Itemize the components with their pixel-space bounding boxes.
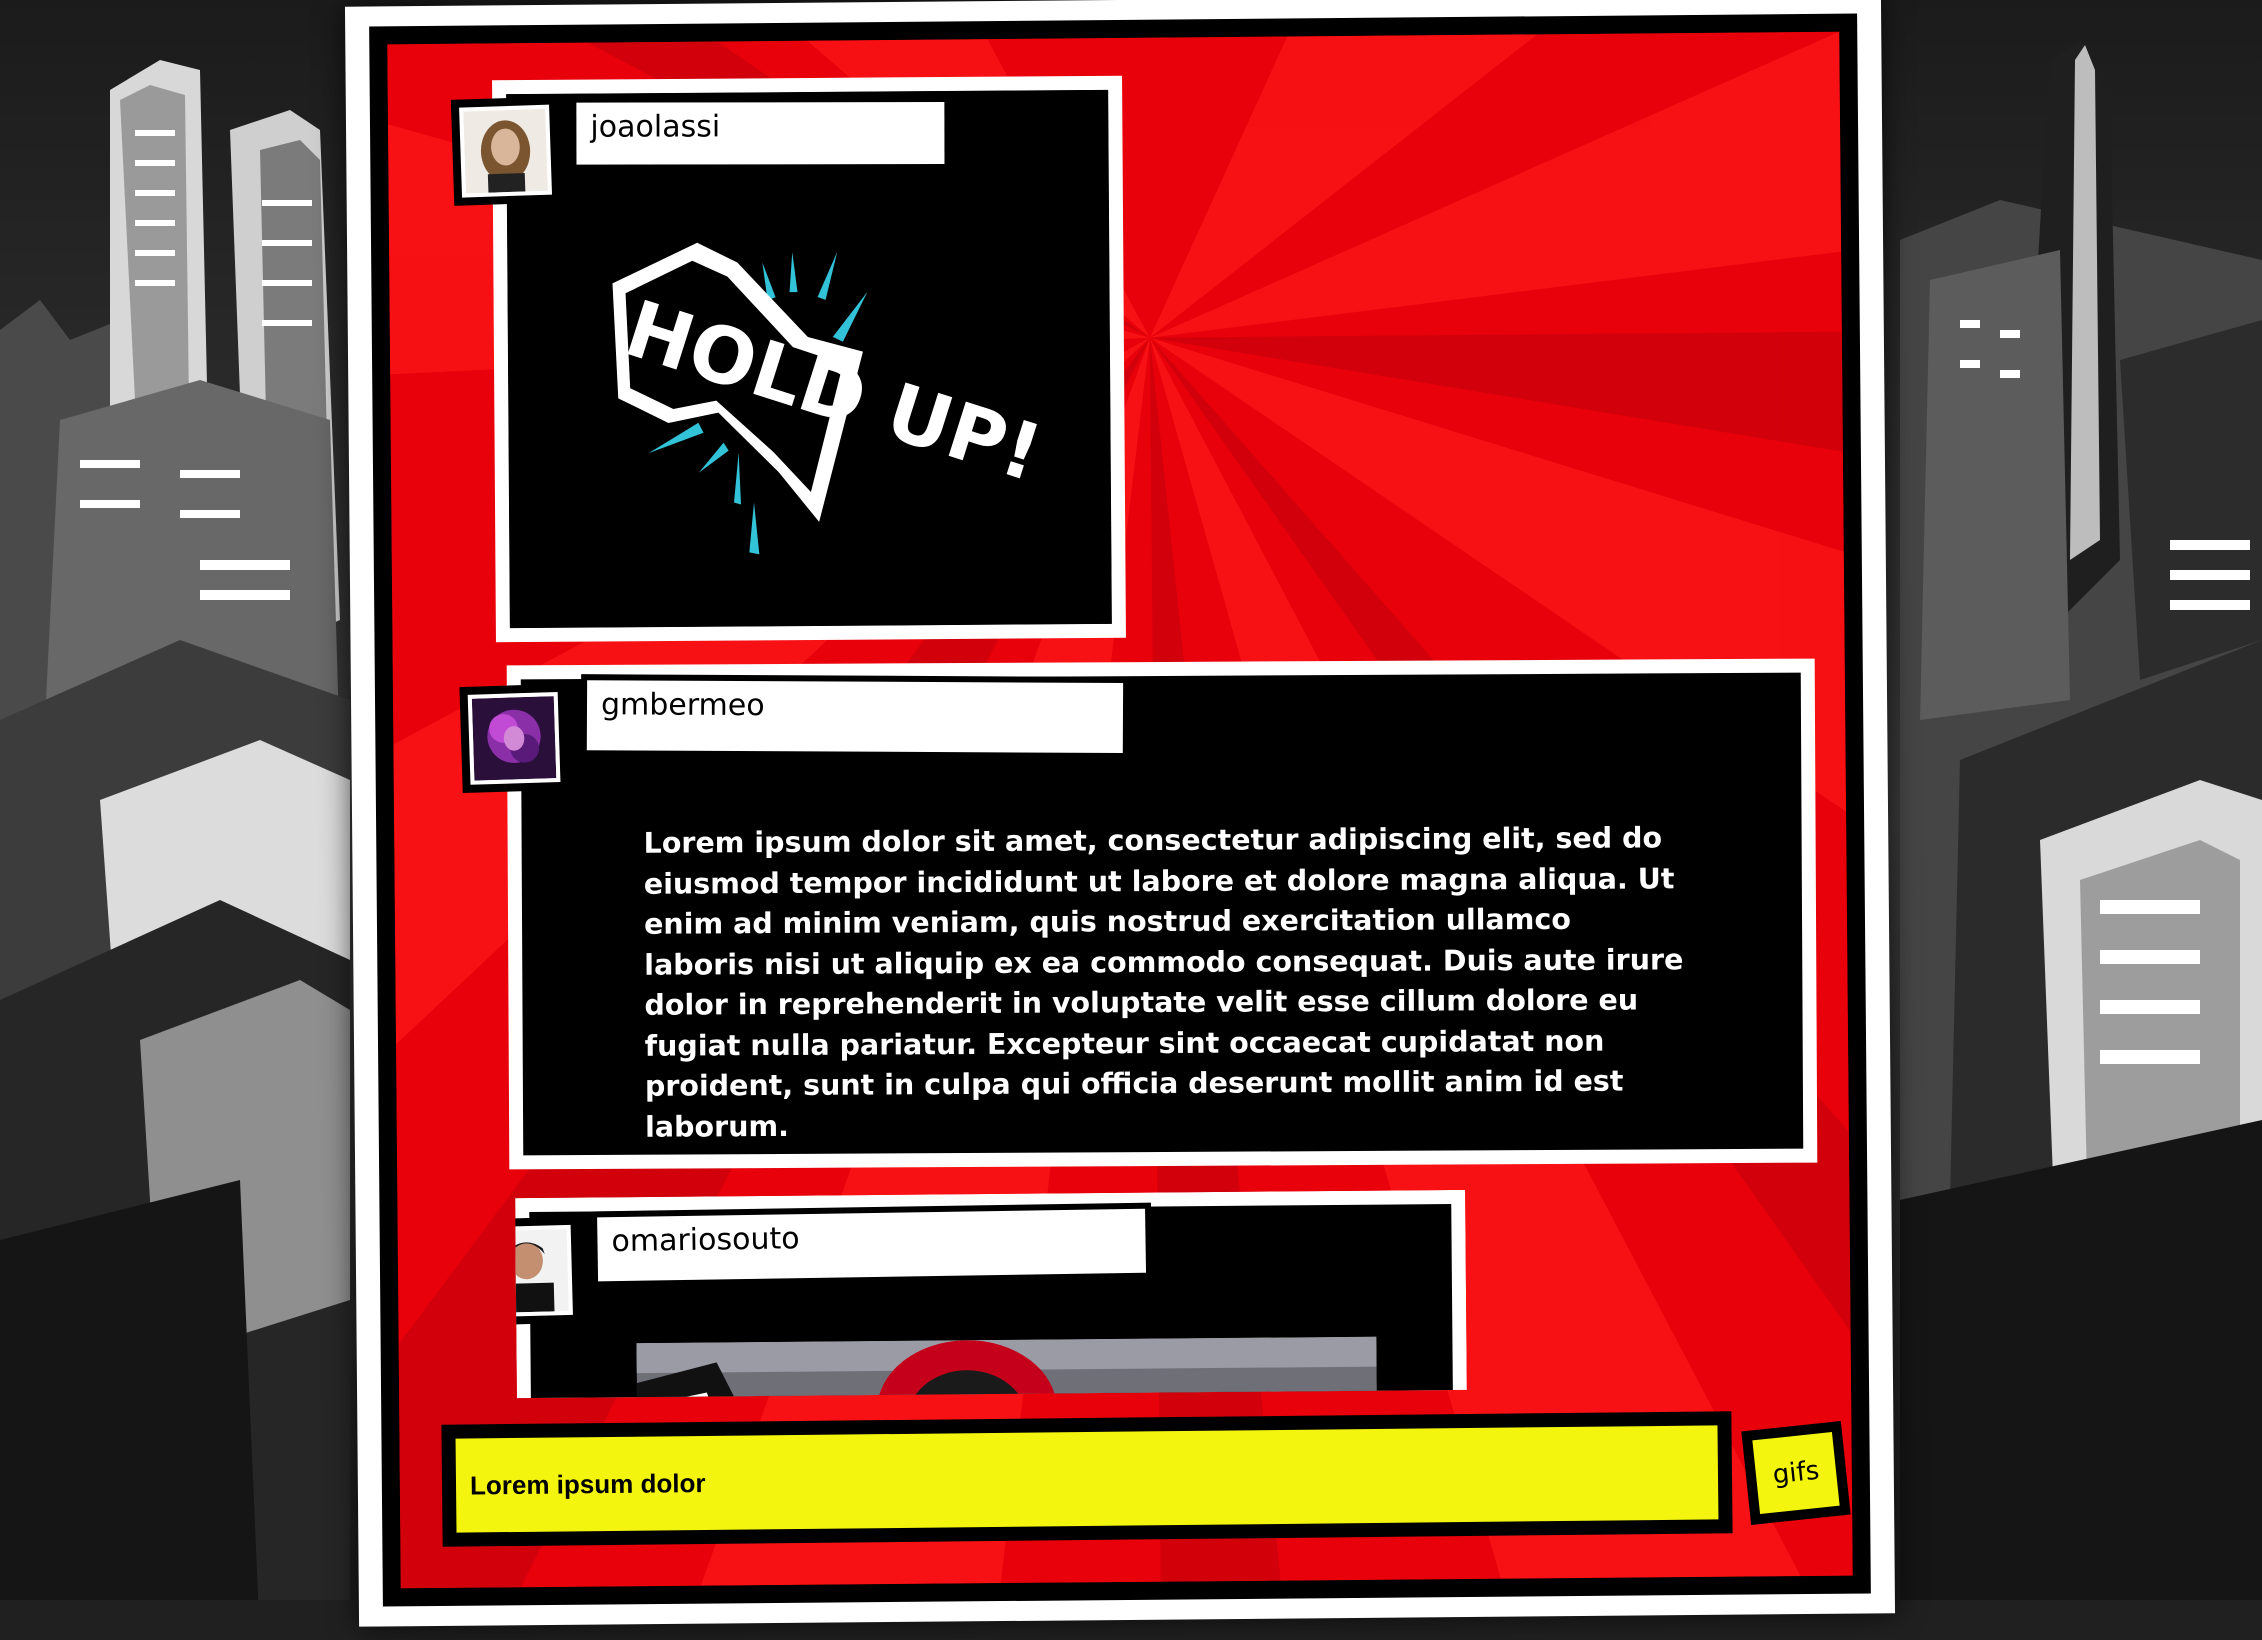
avatar[interactable]	[515, 1216, 582, 1326]
username-tag[interactable]: gmbermeo	[580, 674, 1130, 760]
avatar-image	[463, 108, 548, 194]
username-label: joaolassi	[576, 102, 945, 165]
username-label: omariosouto	[597, 1208, 1147, 1282]
avatar[interactable]	[459, 683, 569, 794]
hold-up-gif[interactable]: HOLD UP!	[506, 89, 1112, 629]
avatar-image	[515, 1228, 569, 1314]
gifs-button-label: gifs	[1752, 1432, 1840, 1514]
message-item: HOLD UP! joaolassi	[450, 75, 1126, 643]
username-tag[interactable]: joaolassi	[570, 96, 951, 171]
message-text: Lorem ipsum dolor sit amet, consectetur …	[643, 821, 1684, 1144]
message-body: HOLD UP!	[506, 89, 1112, 629]
message-image[interactable]	[636, 1336, 1378, 1399]
username-label: gmbermeo	[586, 680, 1124, 754]
gifs-button[interactable]: gifs	[1741, 1421, 1851, 1525]
message-input-frame	[441, 1411, 1733, 1547]
message-input[interactable]	[455, 1425, 1719, 1533]
message-item: omariosouto	[515, 1189, 1467, 1399]
message-item: Lorem ipsum dolor sit amet, consectetur …	[459, 658, 1818, 1170]
username-tag[interactable]: omariosouto	[591, 1202, 1153, 1288]
avatar[interactable]	[450, 96, 561, 206]
avatar-image	[471, 696, 557, 781]
